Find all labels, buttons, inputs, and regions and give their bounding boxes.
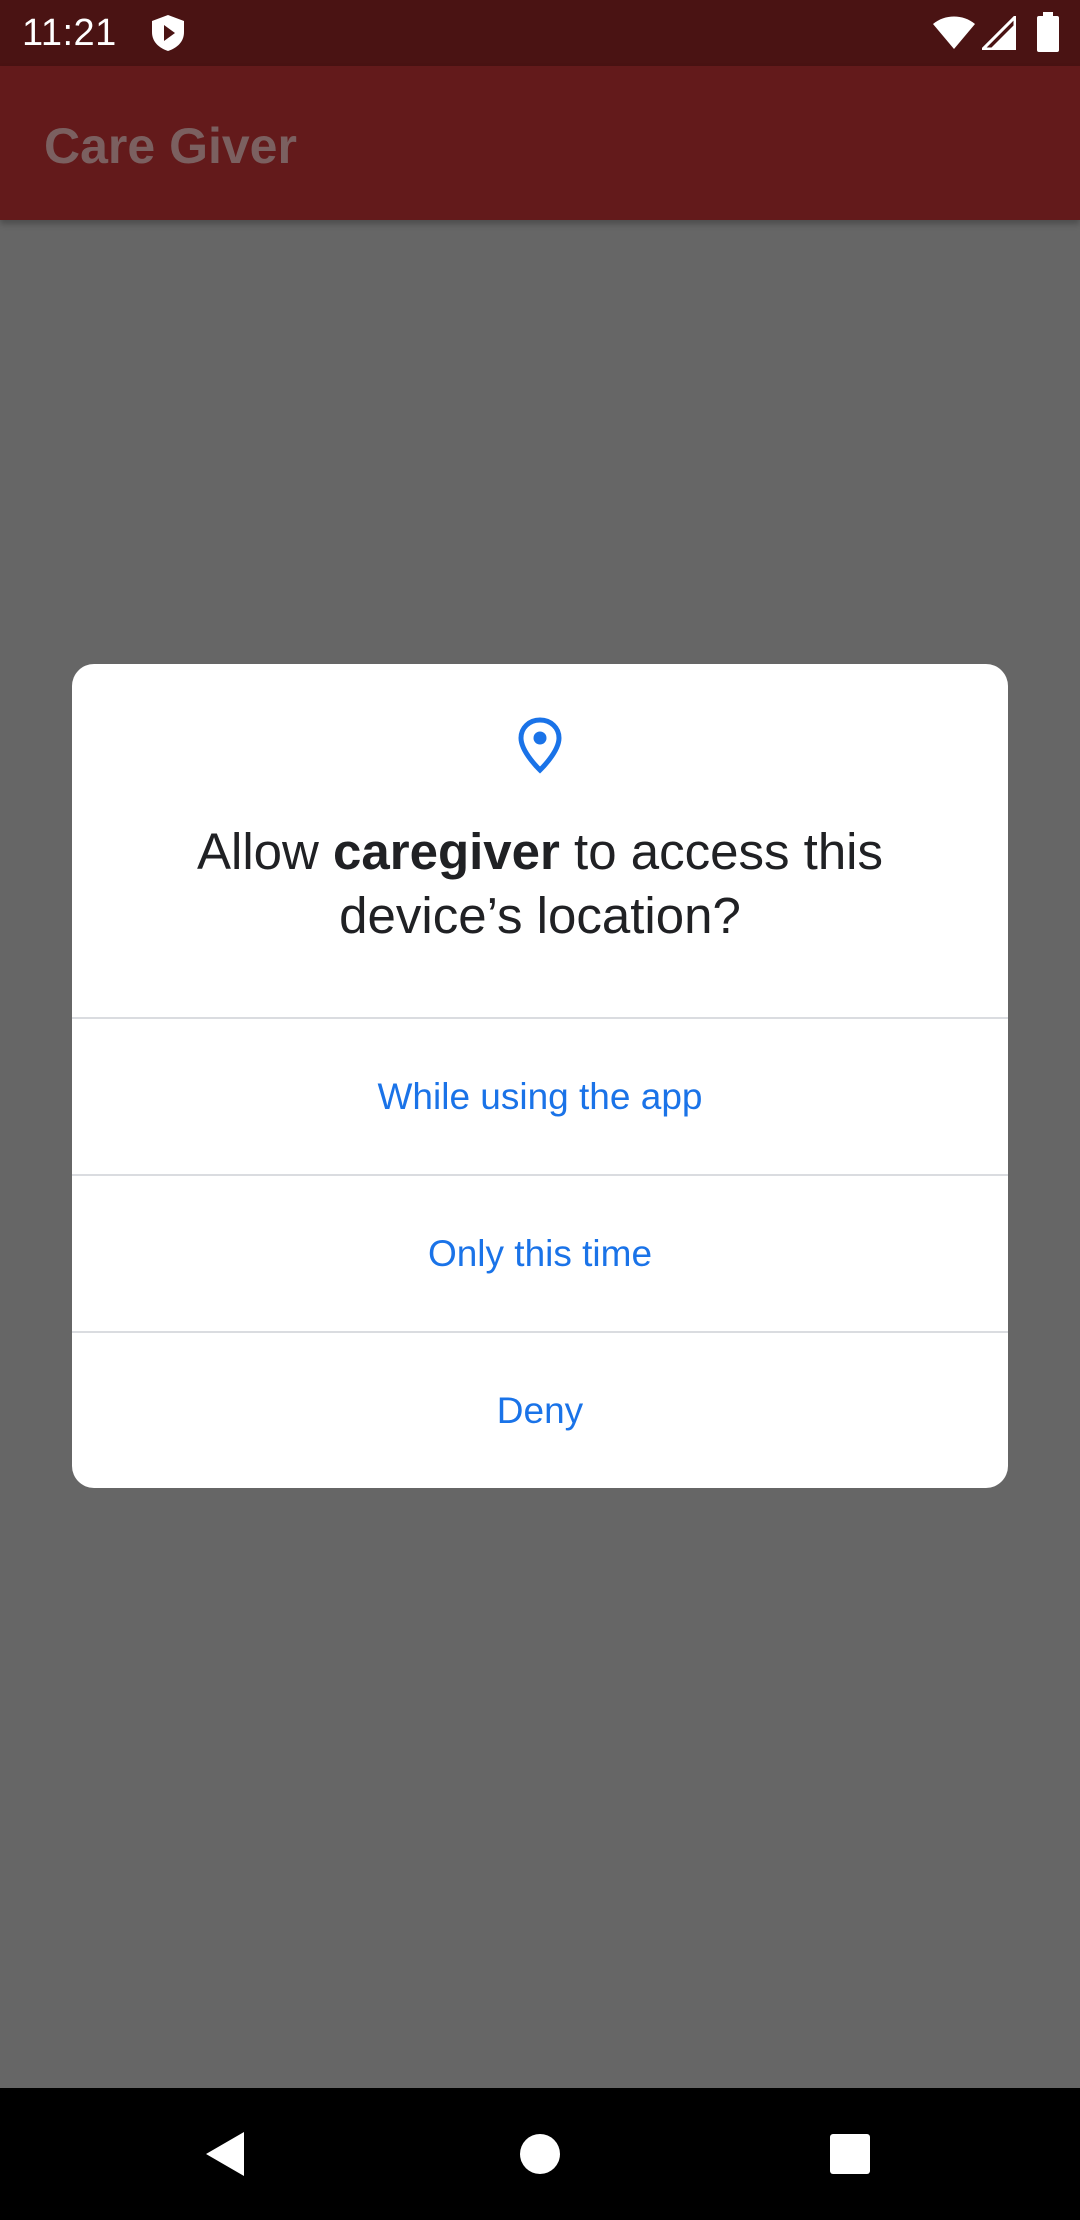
navigation-bar: [0, 2088, 1080, 2220]
status-time: 11:21: [22, 12, 117, 54]
app-bar: Care Giver: [0, 66, 1080, 220]
while-using-app-button[interactable]: While using the app: [72, 1019, 1008, 1174]
recents-icon[interactable]: [829, 2133, 871, 2175]
dialog-title-prefix: Allow: [196, 823, 334, 880]
deny-button[interactable]: Deny: [72, 1333, 1008, 1488]
permission-dialog: Allow caregiver to access this device’s …: [72, 664, 1008, 1488]
shield-play-icon: [152, 15, 184, 51]
dialog-app-name: caregiver: [333, 823, 560, 880]
only-this-time-button[interactable]: Only this time: [72, 1176, 1008, 1331]
app-title: Care Giver: [44, 118, 297, 174]
battery-icon: [1037, 12, 1059, 52]
location-pin-icon: [518, 717, 562, 774]
dialog-title: Allow caregiver to access this device’s …: [112, 820, 968, 948]
status-bar: 11:21: [0, 0, 1080, 66]
back-icon[interactable]: [204, 2130, 246, 2178]
screen: 11:21 Care Giver Allow caregiver to acce…: [0, 0, 1080, 2220]
signal-icon: [982, 16, 1016, 50]
wifi-icon: [933, 16, 975, 49]
home-icon[interactable]: [519, 2133, 561, 2175]
